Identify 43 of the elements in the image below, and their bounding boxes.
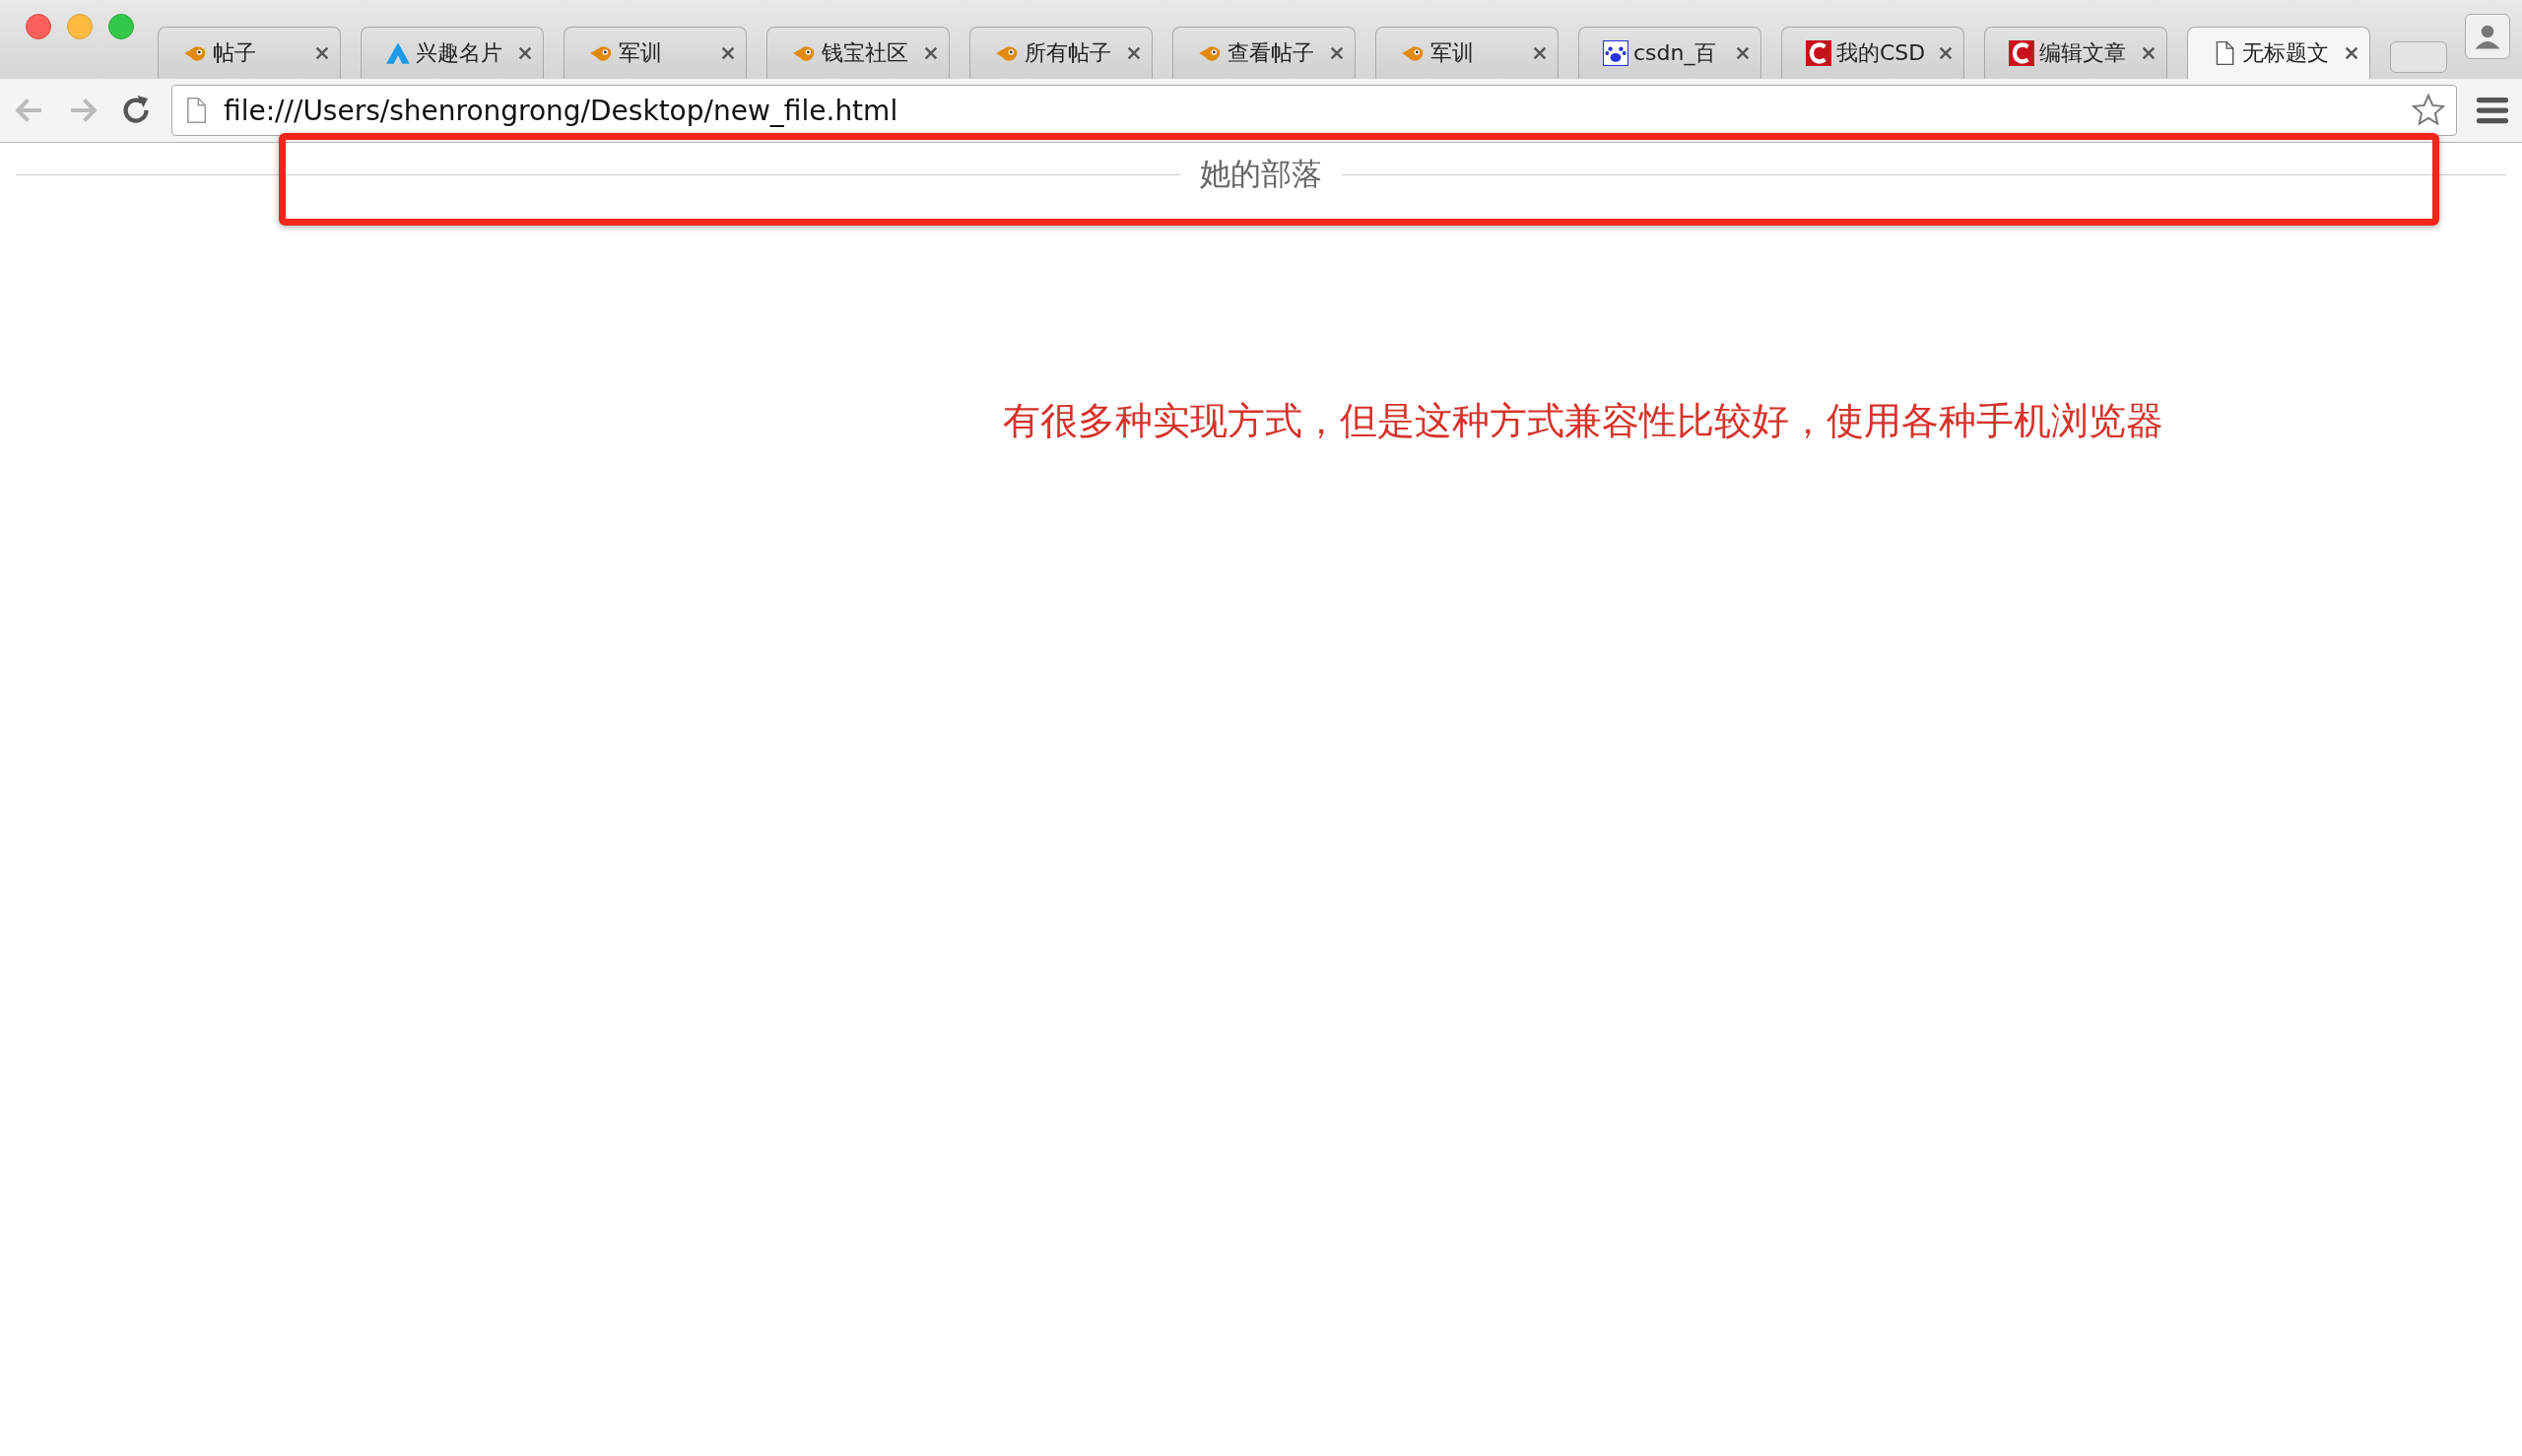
star-icon[interactable] bbox=[2411, 93, 2446, 128]
paw-icon bbox=[1603, 40, 1628, 66]
browser-tab[interactable]: csdn_百 bbox=[1578, 27, 1761, 79]
close-icon[interactable] bbox=[2141, 45, 2157, 61]
c-logo-icon bbox=[1806, 40, 1831, 66]
tab-title: 我的CSD bbox=[1836, 39, 1927, 67]
browser-tab[interactable]: 钱宝社区 bbox=[766, 27, 950, 79]
browser-tab[interactable]: 帖子 bbox=[158, 27, 341, 79]
tab-title: csdn_百 bbox=[1633, 39, 1718, 68]
tab-title: 编辑文章 bbox=[2039, 39, 2127, 67]
tab-title: 无标题文 bbox=[2242, 39, 2330, 67]
triangle-icon bbox=[385, 40, 411, 66]
browser-tab[interactable]: 查看帖子 bbox=[1172, 27, 1356, 79]
close-icon[interactable] bbox=[517, 45, 533, 61]
browser-tab[interactable]: 军训 bbox=[1375, 27, 1559, 79]
close-icon[interactable] bbox=[923, 45, 939, 61]
tab-title: 所有帖子 bbox=[1025, 39, 1112, 67]
close-icon[interactable] bbox=[1735, 45, 1751, 61]
close-icon[interactable] bbox=[2344, 45, 2359, 61]
tab-title: 军训 bbox=[619, 39, 663, 67]
close-window-button[interactable] bbox=[26, 14, 51, 39]
browser-tab[interactable]: 无标题文 bbox=[2187, 27, 2370, 79]
tab-title: 兴趣名片 bbox=[416, 39, 503, 67]
browser-tab[interactable]: 所有帖子 bbox=[969, 27, 1153, 79]
section-heading: 她的部落 bbox=[1200, 155, 1322, 193]
browser-tab[interactable]: 我的CSD bbox=[1781, 27, 1964, 79]
tab-title: 钱宝社区 bbox=[822, 39, 909, 67]
tab-title: 查看帖子 bbox=[1228, 39, 1315, 67]
browser-tab[interactable]: 军训 bbox=[564, 27, 747, 79]
close-icon[interactable] bbox=[314, 45, 330, 61]
tab-title: 帖子 bbox=[213, 39, 257, 67]
close-icon[interactable] bbox=[720, 45, 736, 61]
tab-title: 军训 bbox=[1430, 39, 1475, 67]
browser-tab[interactable]: 编辑文章 bbox=[1984, 27, 2167, 79]
close-icon[interactable] bbox=[1938, 45, 1954, 61]
close-icon[interactable] bbox=[1329, 45, 1345, 61]
c-logo-icon bbox=[2009, 40, 2034, 66]
note-text: 有很多种实现方式，但是这种方式兼容性比较好，使用各种手机浏览器 bbox=[1003, 398, 2164, 444]
address-bar[interactable]: file:///Users/shenrongrong/Desktop/new_file.html bbox=[171, 85, 2457, 136]
close-icon[interactable] bbox=[1126, 45, 1142, 61]
profile-button[interactable] bbox=[2465, 14, 2510, 59]
browser-tab[interactable]: 兴趣名片 bbox=[361, 27, 544, 79]
close-icon[interactable] bbox=[1532, 45, 1548, 61]
